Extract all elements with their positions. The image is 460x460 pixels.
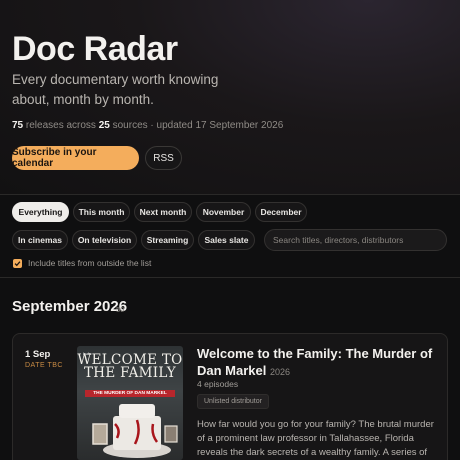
month-heading: September 2026 <box>12 298 128 315</box>
filter-november[interactable]: November <box>196 202 251 222</box>
tagline: Every documentary worth knowing about, m… <box>12 72 219 107</box>
include-outside-label: Include titles from outside the list <box>28 258 152 268</box>
rss-button[interactable]: RSS <box>145 146 182 170</box>
divider <box>0 194 460 195</box>
releases-text: releases across <box>23 120 99 131</box>
filter-next-month[interactable]: Next month <box>134 202 192 222</box>
filter-everything[interactable]: Everything <box>12 202 69 222</box>
distributor-badge: Unlisted distributor <box>197 394 269 409</box>
checkmark-icon <box>14 261 21 267</box>
releases-count: 75 <box>12 120 24 131</box>
poster-artwork <box>92 404 178 458</box>
release-title[interactable]: Welcome to the Family: The Murder of Dan… <box>197 345 442 381</box>
subscribe-calendar-button[interactable]: Subscribe in your calendar <box>12 146 139 170</box>
release-title-text[interactable]: Welcome to the Family: The Murder of Dan… <box>197 346 432 378</box>
release-date: 1 Sep <box>25 349 51 360</box>
release-year: 2026 <box>270 367 291 377</box>
release-poster[interactable]: hulu WELCOME TO THE FAMILY THE MURDER OF… <box>77 346 183 460</box>
release-description: How far would you go for your family? Th… <box>197 419 434 458</box>
filter-in-cinemas[interactable]: In cinemas <box>12 230 68 250</box>
filter-this-month[interactable]: This month <box>73 202 130 222</box>
filter-sales-slate[interactable]: Sales slate <box>198 230 255 250</box>
date-status: DATE TBC <box>25 362 63 369</box>
sources-text: sources · updated 17 September 2026 <box>109 120 284 131</box>
release-episodes: 4 episodes <box>197 379 239 389</box>
stats-line: 75 releases across 25 sources · updated … <box>12 120 283 131</box>
sources-count: 25 <box>98 120 110 131</box>
filter-on-television[interactable]: On television <box>72 230 137 250</box>
filter-december[interactable]: December <box>255 202 307 222</box>
month-count: 50 <box>116 305 125 314</box>
page-title: Doc Radar <box>12 30 178 68</box>
include-outside-checkbox[interactable] <box>13 259 22 268</box>
search-input[interactable] <box>264 229 447 251</box>
divider <box>0 277 460 278</box>
filter-streaming[interactable]: Streaming <box>141 230 194 250</box>
